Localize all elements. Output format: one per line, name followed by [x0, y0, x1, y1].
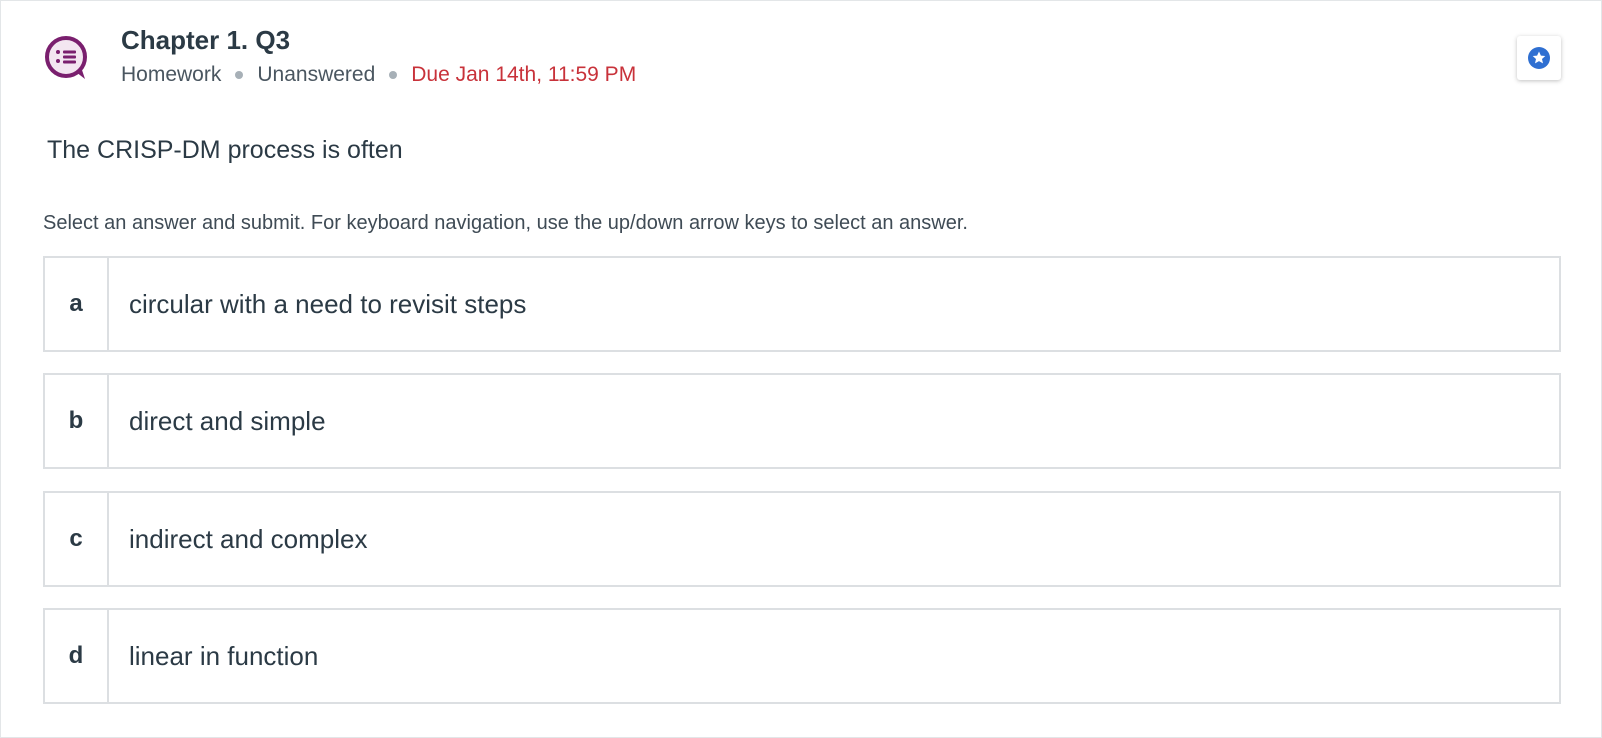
- option-text: circular with a need to revisit steps: [129, 288, 527, 319]
- answer-option-c[interactable]: c indirect and complex: [43, 491, 1561, 587]
- option-text: direct and simple: [129, 405, 326, 436]
- option-text: indirect and complex: [129, 523, 368, 554]
- bookmark-button[interactable]: [1517, 36, 1561, 80]
- option-letter: b: [45, 375, 109, 467]
- answer-instructions: Select an answer and submit. For keyboar…: [43, 212, 968, 234]
- answer-option-a[interactable]: a circular with a need to revisit steps: [43, 256, 1561, 352]
- separator-dot: [389, 71, 398, 79]
- question-chat-icon: [43, 35, 93, 85]
- question-card: Chapter 1. Q3 Homework Unanswered Due Ja…: [0, 0, 1602, 738]
- answer-status: Unanswered: [257, 63, 376, 86]
- option-letter: d: [45, 610, 109, 702]
- option-text: linear in function: [129, 640, 319, 671]
- question-meta: Homework Unanswered Due Jan 14th, 11:59 …: [121, 63, 636, 87]
- due-date: Due Jan 14th, 11:59 PM: [411, 63, 637, 86]
- option-letter: c: [45, 493, 109, 585]
- answer-option-b[interactable]: b direct and simple: [43, 373, 1561, 469]
- star-bookmark-icon: [1528, 47, 1550, 69]
- answer-option-d[interactable]: d linear in function: [43, 608, 1561, 704]
- assignment-type: Homework: [121, 63, 222, 86]
- option-letter: a: [45, 258, 109, 350]
- question-title: Chapter 1. Q3: [121, 25, 291, 55]
- question-text: The CRISP-DM process is often: [47, 136, 403, 164]
- separator-dot: [235, 71, 244, 79]
